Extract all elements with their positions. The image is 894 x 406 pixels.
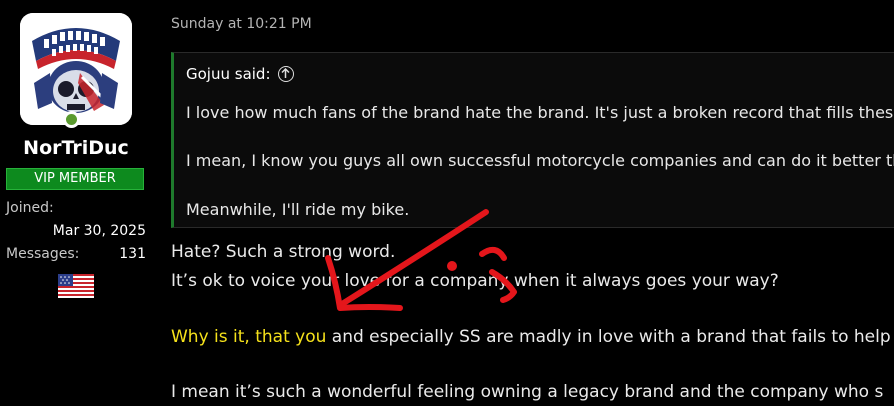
post-text-fragment: and especially SS are madly in love with… xyxy=(326,327,891,347)
joined-value: Mar 30, 2025 xyxy=(52,223,146,239)
quote-line: I love how much fans of the brand hate t… xyxy=(186,103,894,122)
username[interactable]: NorTriDuc xyxy=(0,137,152,159)
highlighted-text: Why is it, that you xyxy=(171,327,327,347)
quote-line: Meanwhile, I'll ride my bike. xyxy=(186,200,410,219)
post-text-line: Why is it, that you and especially SS ar… xyxy=(171,327,891,347)
user-title-badge: VIP MEMBER xyxy=(6,168,144,190)
messages-value[interactable]: 131 xyxy=(6,246,146,262)
quote-author: Gojuu said: xyxy=(186,65,294,83)
american-triumph-skull-avatar xyxy=(20,13,132,125)
forum-post: NorTriDuc VIP MEMBER Joined: Mar 30, 202… xyxy=(0,0,894,406)
quote-line: I mean, I know you guys all own successf… xyxy=(186,151,894,170)
joined-label: Joined: xyxy=(6,200,54,216)
quote-author-label[interactable]: Gojuu said: xyxy=(186,65,271,83)
arrow-up-circle-icon[interactable] xyxy=(277,66,294,82)
post-text-line: Hate? Such a strong word. xyxy=(171,242,396,262)
quote-block: Gojuu said: I love how much fans of the … xyxy=(171,52,894,228)
post-timestamp[interactable]: Sunday at 10:21 PM xyxy=(171,16,312,32)
post-text-line: I mean it’s such a wonderful feeling own… xyxy=(171,382,884,402)
online-status-icon xyxy=(63,111,80,128)
user-info-panel: NorTriDuc VIP MEMBER Joined: Mar 30, 202… xyxy=(0,0,160,406)
user-avatar[interactable] xyxy=(20,13,132,125)
us-flag-icon xyxy=(58,274,94,298)
post-text-line: It’s ok to voice your love for a company… xyxy=(171,271,779,291)
